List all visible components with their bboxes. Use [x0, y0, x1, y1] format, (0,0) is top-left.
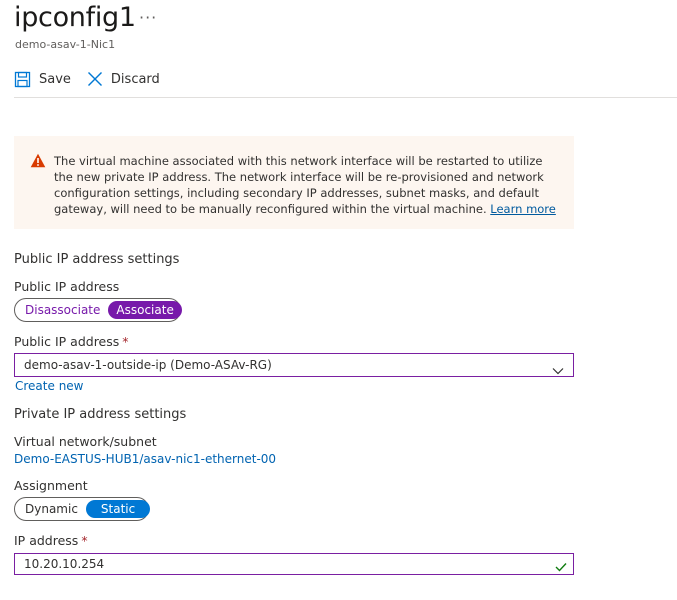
toolbar-divider	[14, 97, 677, 98]
page-title: ipconfig1	[14, 2, 136, 33]
discard-label: Discard	[110, 71, 160, 87]
dynamic-option[interactable]: Dynamic	[17, 500, 86, 518]
public-ip-select-label-row: Public IP address *	[14, 334, 129, 349]
public-ip-toggle[interactable]: Disassociate Associate	[14, 298, 182, 322]
ip-address-input[interactable]: 10.20.10.254	[14, 553, 574, 575]
warning-text: The virtual machine associated with this…	[54, 154, 544, 216]
discard-button[interactable]: Discard	[87, 71, 160, 87]
ip-address-label: IP address	[14, 533, 79, 548]
disassociate-option[interactable]: Disassociate	[17, 301, 108, 319]
page-subtitle: demo-asav-1-Nic1	[15, 38, 116, 51]
more-options-icon[interactable]: ···	[139, 8, 157, 27]
required-mark: *	[122, 334, 129, 349]
warning-banner: The virtual machine associated with this…	[14, 136, 574, 229]
warning-icon	[30, 153, 46, 172]
assignment-toggle[interactable]: Dynamic Static	[14, 497, 151, 521]
command-bar: Save Discard	[14, 66, 176, 92]
required-mark: *	[81, 533, 88, 548]
save-icon	[14, 71, 31, 88]
ip-address-label-row: IP address *	[14, 533, 88, 548]
checkmark-icon	[555, 558, 567, 578]
ip-address-value: 10.20.10.254	[24, 557, 105, 571]
public-ip-toggle-label: Public IP address	[14, 279, 120, 294]
save-label: Save	[39, 71, 71, 87]
vnet-subnet-link[interactable]: Demo-EASTUS-HUB1/asav-nic1-ethernet-00	[14, 452, 276, 466]
public-ip-dropdown-value: demo-asav-1-outside-ip (Demo-ASAv-RG)	[24, 358, 272, 372]
save-button[interactable]: Save	[14, 71, 71, 88]
public-ip-dropdown[interactable]: demo-asav-1-outside-ip (Demo-ASAv-RG)	[14, 353, 574, 377]
vnet-label: Virtual network/subnet	[14, 434, 157, 449]
warning-message: The virtual machine associated with this…	[54, 153, 564, 217]
chevron-down-icon	[552, 360, 564, 382]
assignment-label: Assignment	[14, 478, 88, 493]
private-ip-section-title: Private IP address settings	[14, 407, 187, 422]
associate-option[interactable]: Associate	[108, 301, 182, 319]
close-icon	[87, 71, 103, 87]
create-new-link[interactable]: Create new	[15, 379, 84, 393]
learn-more-link[interactable]: Learn more	[490, 202, 556, 216]
public-ip-section-title: Public IP address settings	[14, 252, 180, 267]
static-option[interactable]: Static	[85, 500, 151, 518]
public-ip-select-label: Public IP address	[14, 334, 120, 349]
